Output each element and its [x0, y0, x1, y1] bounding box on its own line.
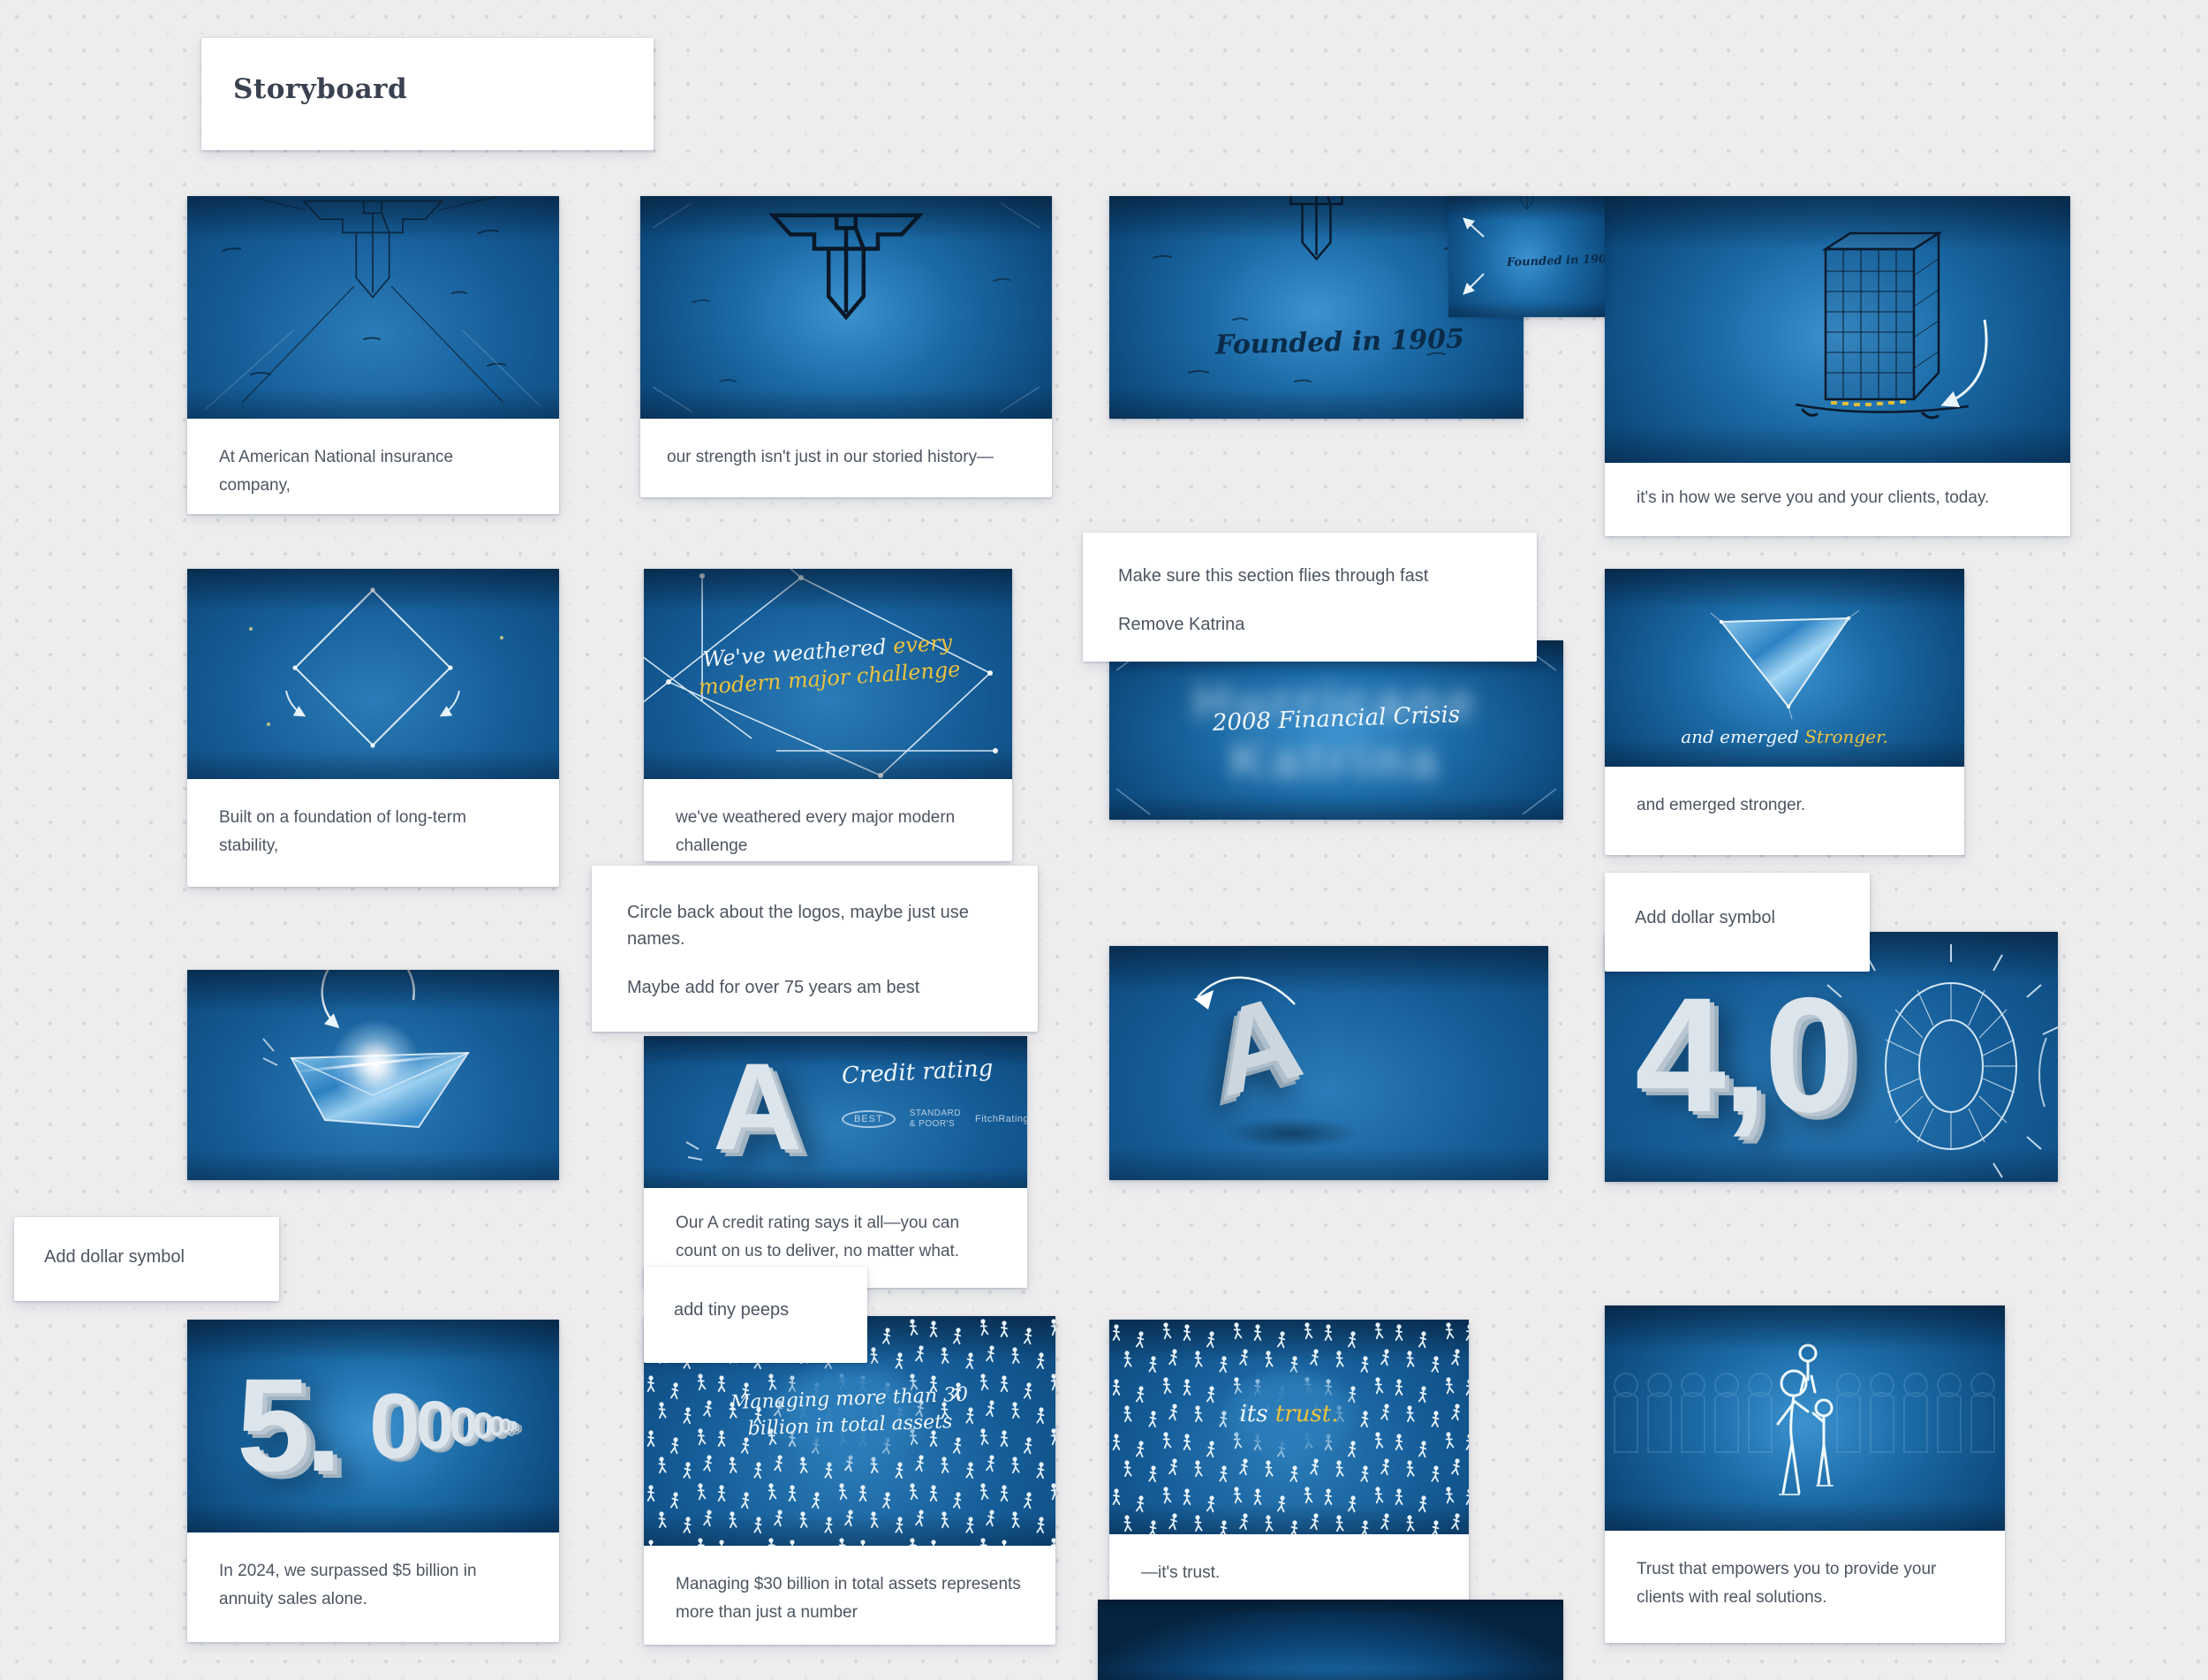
storyboard-card-building[interactable]: it's in how we serve you and your client… — [1605, 196, 2070, 536]
glass-building-sketch — [1796, 233, 1969, 418]
sticky-line: Remove Katrina — [1118, 611, 1501, 638]
sticky-line: Add dollar symbol — [44, 1244, 249, 1270]
sticky-line: add tiny peeps — [674, 1297, 837, 1323]
crowd-silhouettes — [1614, 1374, 1994, 1452]
card-caption: Built on a foundation of long-term stabi… — [187, 779, 559, 887]
crossing-lines-sketch — [644, 569, 995, 776]
frame-image-logo-outline — [640, 196, 1052, 419]
card-caption: Managing $30 billion in total assets rep… — [644, 1546, 1055, 1645]
card-caption: it's in how we serve you and your client… — [1605, 463, 2070, 536]
frame-image-diamond — [187, 569, 559, 779]
storyboard-card-financial-crisis[interactable]: Hurricane Katrina 2008 Financial Crisis — [1109, 640, 1563, 820]
frame-image-logo-wireframe — [187, 196, 559, 419]
card-caption: Trust that empowers you to provide your … — [1605, 1531, 2005, 1643]
sticky-note-add-dollar-left[interactable]: Add dollar symbol — [14, 1217, 279, 1301]
card-caption: In 2024, we surpassed $5 billion in annu… — [187, 1532, 559, 1642]
frame-image-credit-rating: A Credit rating BEST STANDARD & POOR'S F… — [644, 1036, 1027, 1188]
expand-arrows-icon — [1464, 219, 1484, 293]
impact-marks — [686, 1142, 702, 1160]
storyboard-card-a-flip[interactable]: A — [1109, 946, 1548, 1180]
storyboard-card-5-billion[interactable]: 5. 00000000 In 2024, we surpassed $5 bil… — [187, 1320, 559, 1642]
sticky-note-tiny-peeps[interactable]: add tiny peeps — [644, 1267, 867, 1363]
hurricane-katrina-blurred-text: Hurricane Katrina — [1109, 672, 1563, 791]
storyboard-card-family[interactable]: Trust that empowers you to provide your … — [1605, 1305, 2005, 1643]
storyboard-card-stronger[interactable]: and emerged Stronger. and emerged strong… — [1605, 569, 1964, 855]
storyboard-card-credit-rating[interactable]: A Credit rating BEST STANDARD & POOR'S F… — [644, 1036, 1027, 1288]
board-title-card[interactable]: Storyboard — [201, 38, 654, 150]
frame-image-founded-mini: Founded in 1905 — [1448, 196, 1605, 317]
rotating-square-sketch — [249, 587, 503, 747]
speed-dashes — [263, 1039, 277, 1065]
frame-image-stronger: and emerged Stronger. — [1605, 569, 1964, 767]
sticky-note-add-dollar-right[interactable]: Add dollar symbol — [1605, 873, 1870, 972]
storyboard-card-trust[interactable]: its trust. —it's trust. — [1109, 1320, 1469, 1625]
sticky-line: Circle back about the logos, maybe just … — [627, 899, 1002, 952]
frame-image-partial — [1098, 1600, 1563, 1680]
scratch-marks — [1153, 246, 1464, 382]
card-caption: our strength isn't just in our storied h… — [640, 419, 1052, 497]
page-title: Storyboard — [233, 73, 622, 105]
storyboard-card-prism[interactable] — [187, 970, 559, 1180]
card-caption: and emerged stronger. — [1605, 767, 1964, 855]
frame-image-weathered: We've weathered every modern major chall… — [644, 569, 1012, 779]
sticky-line: Maybe add for over 75 years am best — [627, 974, 1002, 1001]
tiny-people-pattern — [1109, 1320, 1469, 1534]
frame-image-crisis: Hurricane Katrina 2008 Financial Crisis — [1109, 640, 1563, 820]
storyboard-card-logo-wireframe[interactable]: At American National insurance company, — [187, 196, 559, 514]
glass-triangle-sketch — [1711, 610, 1859, 719]
family-line-art — [1778, 1345, 1833, 1495]
flip-arrowhead-icon — [1194, 990, 1214, 1010]
frame-image-a-flip: A — [1109, 946, 1548, 1180]
yellow-dashes — [1831, 400, 1906, 406]
curved-arrow-icon — [1944, 320, 1986, 405]
storyboard-card-partial[interactable] — [1098, 1600, 1563, 1680]
frame-image-prism — [187, 970, 559, 1180]
radiating-dashes — [1827, 944, 2058, 1177]
frame-image-building — [1605, 196, 2070, 463]
sticky-line: Make sure this section flies through fas… — [1118, 563, 1501, 589]
sticky-note-flies-fast[interactable]: Make sure this section flies through fas… — [1083, 533, 1537, 662]
storyboard-card-logo-outline[interactable]: our strength isn't just in our storied h… — [640, 196, 1052, 497]
big-number-5: 5. — [237, 1358, 336, 1491]
rotate-arrow-icon — [286, 691, 304, 715]
frame-image-5-billion: 5. 00000000 — [187, 1320, 559, 1532]
receding-zeros: 00000000 — [369, 1320, 512, 1532]
frame-image-family — [1605, 1305, 2005, 1531]
card-caption: At American National insurance company, — [187, 419, 559, 514]
storyboard-card-weathered[interactable]: We've weathered every modern major chall… — [644, 569, 1012, 861]
card-caption: we've weathered every major modern chall… — [644, 779, 1012, 861]
scratch-marks — [223, 231, 505, 375]
sticky-note-circle-back[interactable]: Circle back about the logos, maybe just … — [592, 866, 1038, 1032]
rotate-arrow-icon — [442, 691, 459, 715]
storyboard-card-diamond[interactable]: Built on a foundation of long-term stabi… — [187, 569, 559, 887]
storyboard-card-managing[interactable]: Managing more than 30 billion in total a… — [644, 1316, 1055, 1645]
whiteboard-canvas[interactable]: { "board": { "title": "Storyboard", "col… — [0, 0, 2208, 1680]
storyboard-card-founded-1905-mini[interactable]: Founded in 1905 — [1448, 196, 1605, 317]
frame-image-trust: its trust. — [1109, 1320, 1469, 1534]
scratch-marks — [693, 279, 1009, 382]
sticky-line: Add dollar symbol — [1635, 904, 1840, 931]
